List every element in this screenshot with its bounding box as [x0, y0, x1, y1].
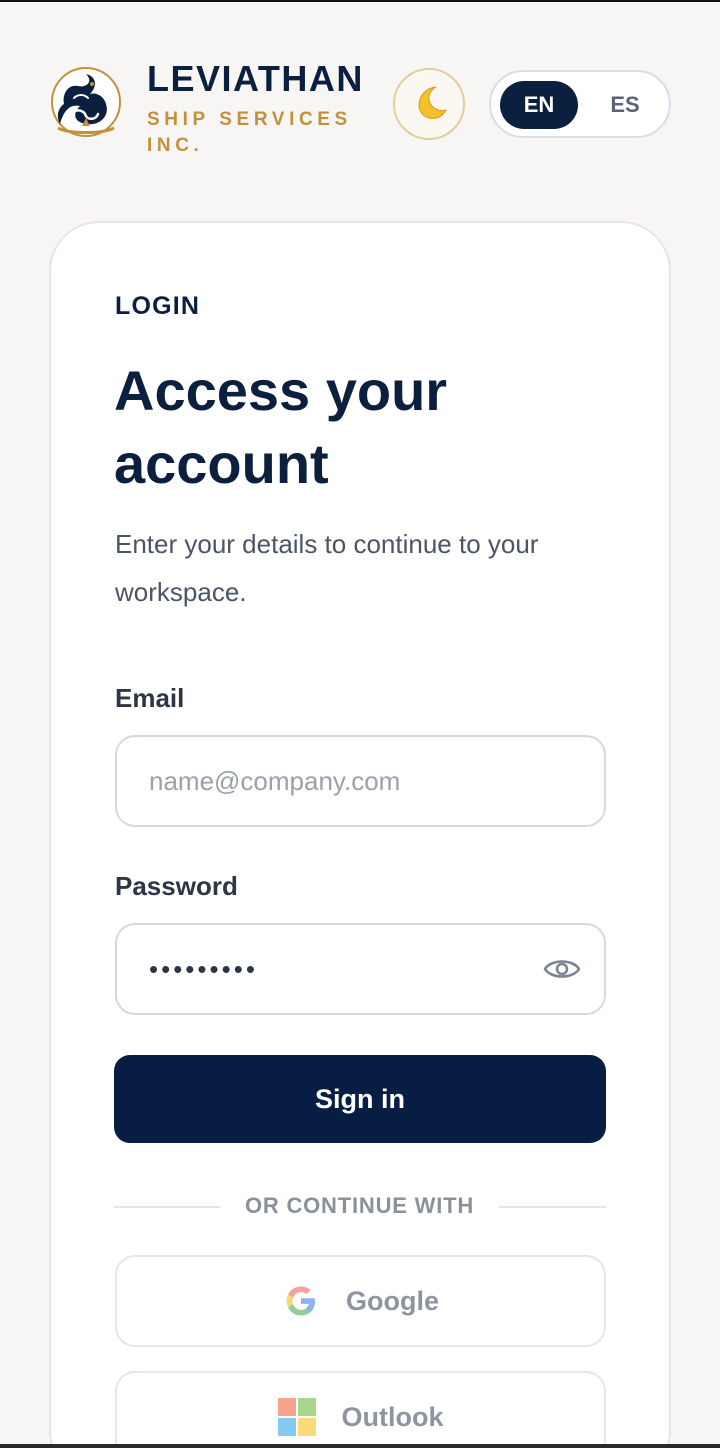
- bottom-border: [0, 1444, 720, 1448]
- google-icon: [282, 1282, 320, 1320]
- google-sign-in-button[interactable]: Google: [115, 1255, 606, 1347]
- moon-icon: [409, 82, 449, 127]
- email-label: Email: [115, 683, 185, 713]
- login-eyebrow: LOGIN: [115, 292, 201, 320]
- microsoft-icon: [277, 1398, 316, 1436]
- sea-serpent-logo-icon[interactable]: [50, 64, 122, 140]
- password-label: Password: [115, 871, 238, 901]
- brand-name: LEVIATHAN: [147, 58, 364, 99]
- language-switch: EN ES: [489, 70, 671, 138]
- site-header: LEVIATHAN SHIP SERVICES INC. EN ES: [0, 0, 720, 200]
- language-option-en[interactable]: EN: [500, 81, 578, 129]
- password-field[interactable]: [115, 923, 606, 1015]
- outlook-label: Outlook: [341, 1401, 444, 1432]
- page-subtitle: Enter your details to continue to your w…: [115, 529, 539, 607]
- brand-subtitle: SHIP SERVICES INC.: [147, 109, 352, 156]
- google-label: Google: [346, 1285, 439, 1316]
- divider-label: OR CONTINUE WITH: [244, 1193, 475, 1218]
- divider-line-right: [499, 1206, 606, 1208]
- email-field[interactable]: [115, 735, 606, 827]
- divider-line-left: [114, 1206, 220, 1208]
- page-title: Access your account: [114, 359, 448, 495]
- outlook-sign-in-button[interactable]: Outlook: [115, 1371, 606, 1448]
- eye-icon[interactable]: [540, 950, 584, 988]
- theme-toggle-button[interactable]: [393, 68, 465, 140]
- language-option-es[interactable]: ES: [586, 81, 664, 129]
- sign-in-button[interactable]: Sign in: [114, 1055, 606, 1143]
